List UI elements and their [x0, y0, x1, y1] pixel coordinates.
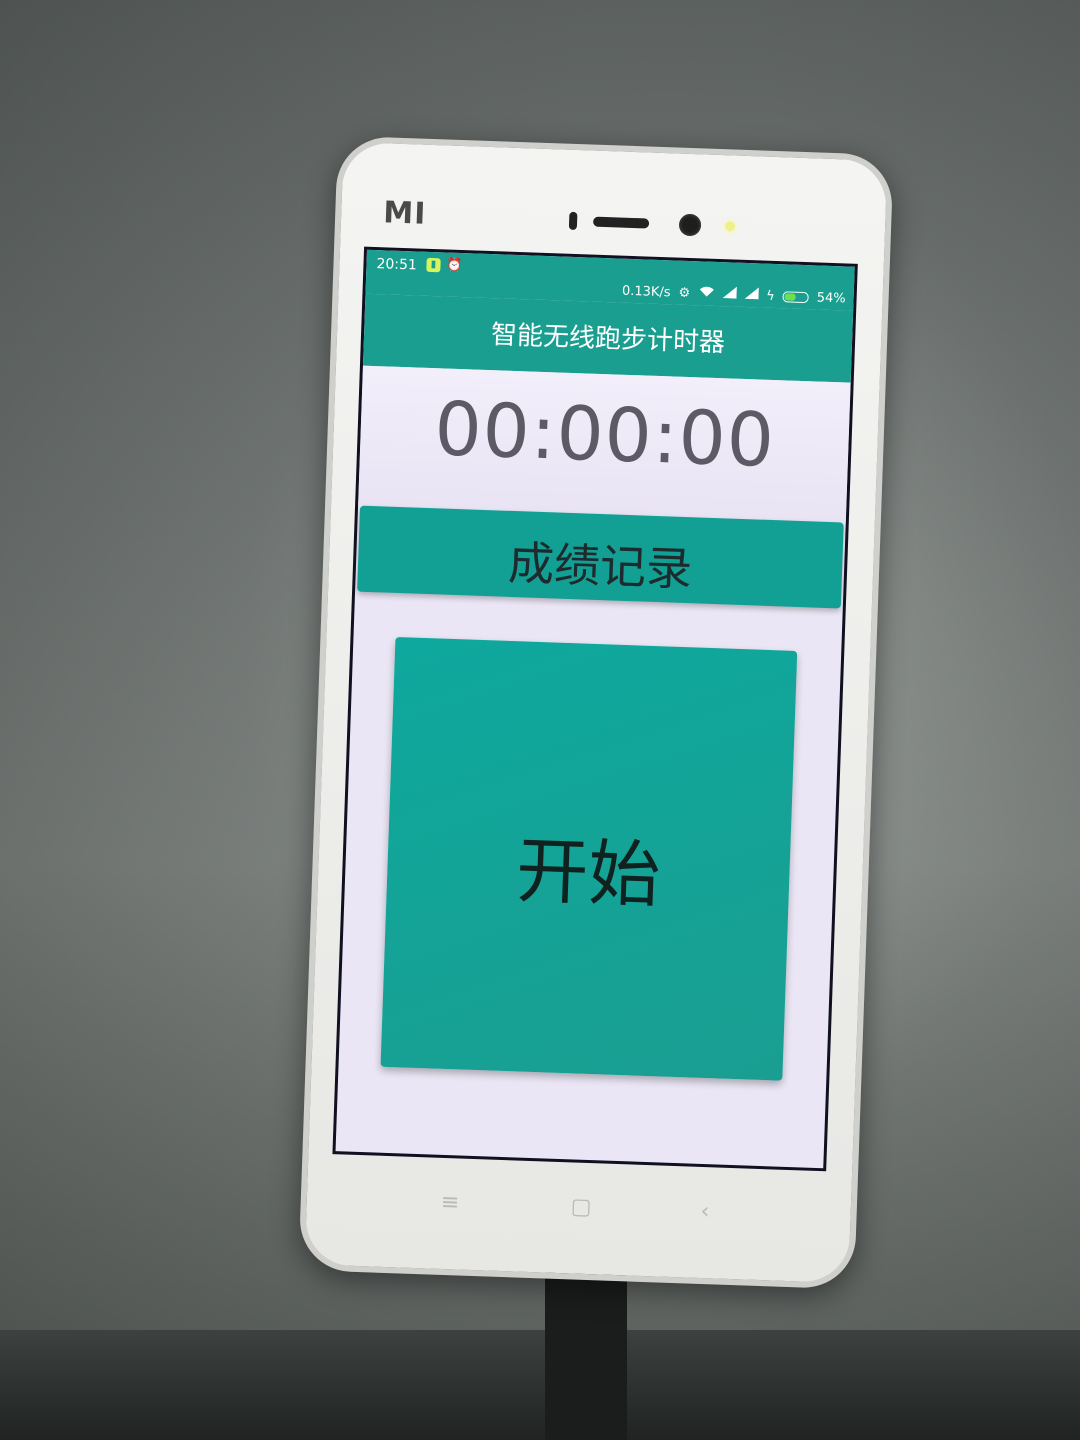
app-screen: 20:51 ▮ ⏰ 0.13K/s ⚙ ϟ 54% 智能无线跑步计时器 00:0…	[332, 246, 858, 1172]
desk-edge	[0, 1330, 1080, 1440]
records-button[interactable]: 成绩记录	[357, 505, 844, 609]
phone-device: MI 20:51 ▮ ⏰ 0.13K/s ⚙ ϟ 54% 智能无线跑步计时器 0…	[298, 135, 894, 1290]
start-button[interactable]: 开始	[380, 636, 798, 1081]
battery-level-fill	[784, 292, 796, 301]
navigation-bar: ≡ ▢ ‹	[329, 1164, 825, 1261]
network-speed: 0.13K/s	[621, 283, 671, 300]
back-icon[interactable]: ‹	[700, 1199, 710, 1224]
notification-led	[724, 221, 736, 232]
status-time: 20:51	[376, 256, 418, 274]
home-icon[interactable]: ▢	[570, 1194, 592, 1220]
page-title: 智能无线跑步计时器	[490, 320, 726, 359]
charging-icon: ϟ	[765, 288, 776, 304]
battery-icon	[782, 290, 809, 303]
settings-icon: ⚙	[678, 285, 691, 301]
proximity-sensor	[568, 211, 578, 231]
alarm-icon: ⏰	[446, 257, 463, 274]
wifi-icon	[698, 285, 715, 302]
signal-icon	[744, 287, 759, 303]
menu-icon[interactable]: ≡	[440, 1190, 459, 1216]
signal-icon	[722, 286, 737, 302]
timer-value: 00:00:00	[433, 386, 777, 485]
battery-percent: 54%	[816, 289, 846, 306]
records-button-label: 成绩记录	[507, 535, 693, 597]
timer-display: 00:00:00	[358, 365, 851, 523]
battery-saver-icon: ▮	[426, 257, 441, 273]
start-button-label: 开始	[514, 828, 662, 918]
usb-cable	[545, 1260, 627, 1440]
earpiece-speaker	[592, 216, 650, 229]
brand-logo: MI	[382, 195, 427, 232]
front-camera	[678, 213, 702, 237]
